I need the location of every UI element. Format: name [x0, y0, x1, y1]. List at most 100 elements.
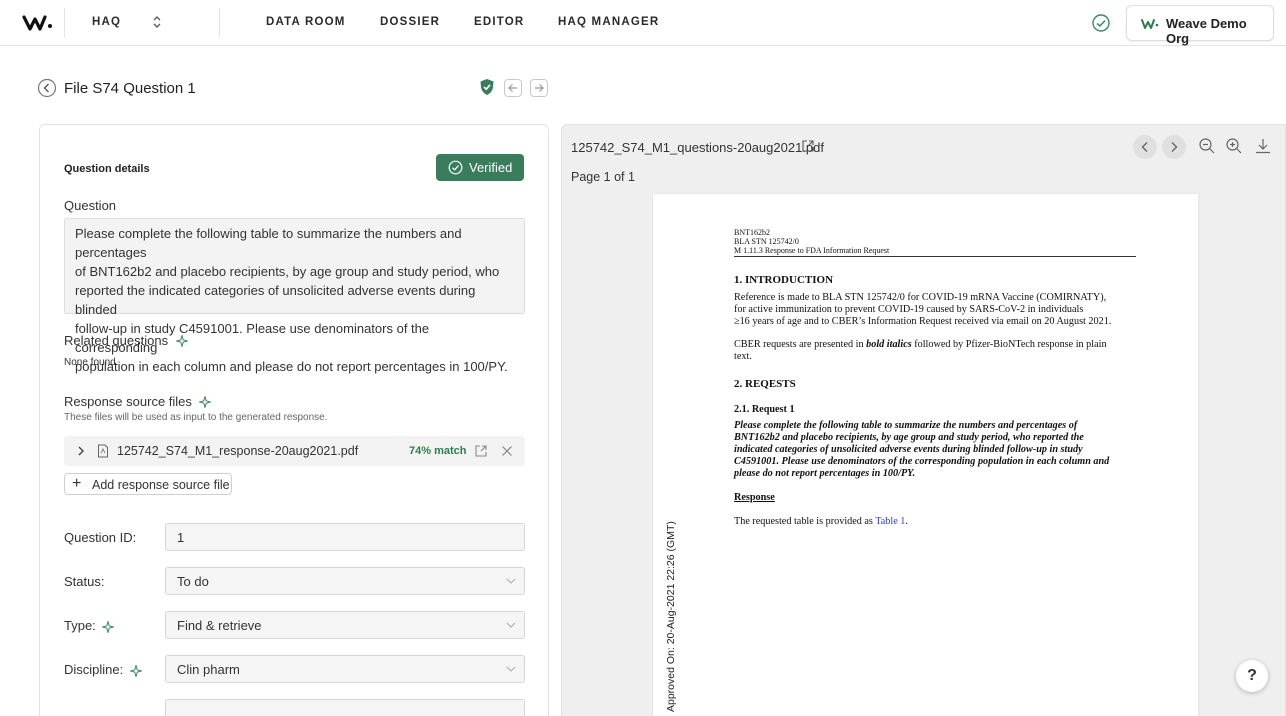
arrow-left-icon	[508, 84, 517, 92]
discipline-value: Clin pharm	[177, 662, 240, 677]
discipline-select[interactable]: Clin pharm	[165, 655, 525, 683]
pdf-file-name: 125742_S74_M1_questions-20aug2021.pdf	[571, 140, 824, 155]
help-button[interactable]: ?	[1236, 660, 1268, 692]
chevron-up-down-icon[interactable]	[150, 12, 164, 32]
plus-icon: +	[72, 475, 82, 492]
related-questions-label: Related questions	[64, 333, 169, 348]
verified-label: Verified	[469, 160, 513, 175]
question-line: reported the indicated categories of uns…	[75, 283, 476, 317]
chevron-left-icon	[1141, 142, 1148, 152]
previous-question-button[interactable]	[504, 79, 522, 97]
doc-request1-line: BNT162b2 and placebo recipients, by age …	[734, 432, 1084, 443]
download-icon[interactable]	[1254, 137, 1272, 155]
verified-button[interactable]: Verified	[436, 154, 524, 181]
source-file-row[interactable]: 125742_S74_M1_response-20aug2021.pdf 74%…	[64, 436, 525, 466]
source-files-help: These files will be used as input to the…	[64, 412, 328, 423]
next-page-button[interactable]	[1162, 135, 1186, 159]
related-questions-heading: Related questions	[64, 332, 188, 350]
discipline-label-group: Discipline:	[64, 662, 142, 677]
nav-item-dossier[interactable]: DOSSIER	[380, 16, 440, 28]
pdf-page: BNT162b2 BLA STN 125742/0 M 1.11.3 Respo…	[653, 194, 1198, 716]
match-badge: 74% match	[409, 445, 467, 457]
doc-response-text: The requested table is provided as Table…	[734, 516, 1134, 527]
weave-logo-icon[interactable]	[22, 11, 54, 35]
previous-page-button[interactable]	[1133, 135, 1157, 159]
next-field-partial[interactable]	[165, 699, 525, 716]
chevron-right-icon	[1171, 142, 1178, 152]
chevron-down-icon	[506, 622, 516, 628]
sparkle-icon	[199, 395, 212, 408]
back-arrow-icon[interactable]	[37, 78, 57, 98]
doc-request1-line: indicated categories of unsolicited adve…	[734, 444, 1083, 455]
doc-header-line: BLA STN 125742/0	[734, 237, 799, 246]
question-id-label: Question ID:	[64, 530, 137, 545]
doc-request1-heading: 2.1. Request 1	[734, 404, 795, 415]
doc-intro-line: ≥16 years of age and to CBER’s Informati…	[734, 316, 1112, 327]
page-title: File S74 Question 1	[64, 80, 196, 97]
type-value: Find & retrieve	[177, 618, 262, 633]
doc-response-heading: Response	[734, 492, 775, 503]
nav-item-haq-manager[interactable]: HAQ MANAGER	[558, 16, 659, 28]
source-file-name[interactable]: 125742_S74_M1_response-20aug2021.pdf	[117, 444, 358, 458]
check-circle-icon	[448, 160, 463, 175]
question-line: Please complete the following table to s…	[75, 226, 462, 260]
section-title: Question details	[64, 163, 150, 175]
zoom-out-icon[interactable]	[1198, 137, 1216, 155]
check-circle-icon[interactable]	[1091, 13, 1111, 33]
question-id-value: 1	[177, 530, 185, 545]
page-count: Page 1 of 1	[571, 170, 635, 184]
chevron-down-icon	[506, 666, 516, 672]
doc-header-line: M 1.11.3 Response to FDA Information Req…	[734, 246, 890, 255]
doc-request1-line: C4591001. Please use denominators of the…	[734, 456, 1110, 467]
doc-response-pre: The requested table is provided as	[734, 516, 876, 527]
doc-cber-post: followed by Pfizer-BioNTech response in …	[911, 339, 1107, 350]
approval-stamp: Approved On: 20-Aug-2021 22:26 (GMT)	[665, 521, 677, 712]
table-1-link[interactable]: Table 1	[875, 516, 905, 527]
file-pdf-icon	[98, 444, 108, 458]
discipline-label: Discipline:	[64, 662, 124, 677]
doc-cber-line2: text.	[734, 351, 752, 362]
question-line: of BNT162b2 and placebo recipients, by a…	[75, 264, 500, 279]
org-name: Weave Demo Org	[1166, 16, 1247, 46]
add-source-file-label: Add response source file	[92, 478, 230, 492]
source-files-heading: Response source files	[64, 393, 212, 411]
related-questions-value: None found.	[64, 357, 119, 368]
doc-cber-em: bold italics	[866, 339, 912, 350]
nav-item-haq[interactable]: HAQ	[92, 16, 121, 28]
doc-intro-line: Reference is made to BLA STN 125742/0 fo…	[734, 292, 1107, 303]
status-select[interactable]: To do	[165, 567, 525, 595]
doc-requests-heading: 2. REQESTS	[734, 378, 796, 390]
zoom-in-icon[interactable]	[1225, 137, 1243, 155]
doc-intro-heading: 1. INTRODUCTION	[734, 274, 834, 286]
doc-intro-line: for active immunization to prevent COVID…	[734, 304, 1084, 315]
chevron-right-icon[interactable]	[76, 445, 86, 457]
org-switcher-button[interactable]: Weave Demo Org	[1126, 5, 1274, 46]
next-question-button[interactable]	[530, 79, 548, 97]
chevron-down-icon	[506, 578, 516, 584]
arrow-right-icon	[535, 84, 544, 92]
external-link-icon[interactable]	[474, 444, 488, 458]
pdf-viewer-panel: 125742_S74_M1_questions-20aug2021.pdf Pa…	[561, 124, 1286, 716]
status-label: Status:	[64, 574, 105, 589]
question-text[interactable]: Please complete the following table to s…	[64, 218, 525, 374]
question-id-field[interactable]: 1	[165, 523, 525, 551]
question-details-panel: Question details Verified Question Pleas…	[39, 124, 549, 716]
shield-check-icon	[480, 79, 494, 95]
type-select[interactable]: Find & retrieve	[165, 611, 525, 639]
top-nav: HAQ DATA ROOM DOSSIER EDITOR HAQ MANAGER…	[0, 0, 1286, 46]
weave-logo-icon	[1141, 19, 1159, 29]
sparkle-icon	[102, 620, 115, 633]
nav-item-editor[interactable]: EDITOR	[474, 16, 524, 28]
doc-header-rule	[734, 256, 1136, 257]
close-icon[interactable]	[500, 444, 514, 458]
doc-header-line: BNT162b2	[734, 228, 770, 237]
question-line: population in each column and please do …	[75, 359, 508, 374]
doc-cber-pre: CBER requests are presented in	[734, 339, 867, 350]
sparkle-icon	[175, 334, 188, 347]
question-label: Question	[64, 198, 117, 213]
add-source-file-button[interactable]: + Add response source file	[64, 473, 232, 495]
external-link-icon[interactable]	[801, 139, 815, 153]
type-label-group: Type:	[64, 618, 115, 633]
nav-item-data-room[interactable]: DATA ROOM	[266, 16, 346, 28]
source-files-label: Response source files	[64, 394, 192, 409]
